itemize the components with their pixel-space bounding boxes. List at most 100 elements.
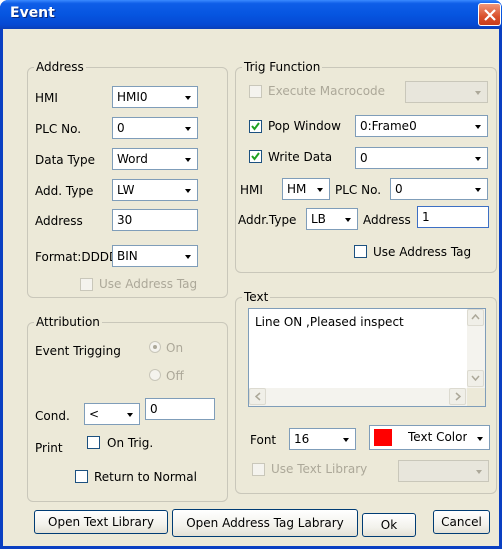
macrocode-select[interactable]: [405, 81, 488, 103]
close-button[interactable]: [478, 3, 501, 26]
chevron-down-icon: [471, 375, 480, 381]
cond-label: Cond.: [35, 409, 70, 423]
address-hmi-select[interactable]: HMI0: [112, 86, 198, 108]
format-select[interactable]: BIN: [112, 245, 198, 267]
off-radio[interactable]: [149, 369, 161, 381]
cond-value-input[interactable]: 0: [145, 398, 215, 420]
text-color-select[interactable]: Text Color: [369, 425, 490, 450]
address-use-tag-checkbox[interactable]: [80, 278, 93, 291]
text-library-select[interactable]: [398, 460, 489, 482]
scroll-up-button[interactable]: [467, 309, 484, 326]
chevron-down-icon[interactable]: [340, 210, 356, 228]
trig-address-label: Address: [363, 213, 411, 227]
chevron-down-icon[interactable]: [470, 180, 486, 198]
event-trigging-label: Event Trigging: [35, 344, 121, 358]
use-text-library-checkbox[interactable]: [252, 463, 265, 476]
chevron-right-icon: [455, 392, 461, 401]
checkmark-icon: [251, 152, 260, 161]
title-bar[interactable]: Event: [0, 0, 502, 29]
return-to-normal-checkbox[interactable]: [75, 470, 88, 483]
format-label: Format:DDDD: [35, 250, 115, 264]
chevron-up-icon: [471, 314, 480, 320]
address-hmi-label: HMI: [35, 91, 58, 105]
on-trig-checkbox[interactable]: [87, 436, 100, 449]
ok-button[interactable]: Ok: [362, 513, 416, 537]
text-color-label: Text Color: [408, 430, 468, 444]
write-data-select[interactable]: 0: [355, 147, 488, 169]
trig-plc-no-value: 0: [395, 182, 403, 196]
open-address-tag-library-button[interactable]: Open Address Tag Labrary: [172, 509, 358, 537]
write-data-value: 0: [360, 151, 368, 165]
write-data-checkbox[interactable]: [249, 150, 262, 163]
text-legend: Text: [242, 290, 271, 304]
data-type-value: Word: [117, 152, 148, 166]
pop-window-select[interactable]: 0:Frame0: [355, 115, 488, 137]
chevron-down-icon[interactable]: [122, 405, 138, 423]
data-type-select[interactable]: Word: [112, 148, 198, 170]
cond-value: 0: [150, 402, 158, 416]
data-type-label: Data Type: [35, 153, 96, 167]
scroll-down-button[interactable]: [467, 370, 484, 387]
on-trig-label: On Trig.: [107, 436, 154, 450]
pop-window-value: 0:Frame0: [360, 119, 417, 133]
trig-hmi-label: HMI: [240, 183, 263, 197]
add-type-label: Add. Type: [35, 184, 94, 198]
text-content: Line ON ,Pleased inspect: [255, 315, 404, 329]
chevron-down-icon[interactable]: [471, 462, 487, 480]
chevron-down-icon[interactable]: [180, 119, 196, 137]
cancel-button[interactable]: Cancel: [433, 510, 490, 534]
write-data-label: Write Data: [268, 150, 333, 164]
add-type-value: LW: [117, 183, 135, 197]
add-type-select[interactable]: LW: [112, 179, 198, 201]
checkmark-icon: [251, 122, 260, 131]
address-plc-no-value: 0: [117, 121, 125, 135]
pop-window-checkbox[interactable]: [249, 120, 262, 133]
addr-type-value: LB: [311, 212, 326, 226]
chevron-down-icon[interactable]: [338, 430, 354, 448]
execute-macrocode-checkbox[interactable]: [249, 85, 262, 98]
off-label: Off: [166, 369, 184, 383]
trig-use-tag-label: Use Address Tag: [373, 245, 472, 259]
scroll-left-button[interactable]: [249, 388, 266, 405]
chevron-down-icon[interactable]: [470, 83, 486, 101]
chevron-down-icon[interactable]: [470, 117, 486, 135]
font-size-value: 16: [294, 432, 310, 446]
chevron-down-icon[interactable]: [180, 150, 196, 168]
horizontal-scrollbar[interactable]: [249, 388, 467, 406]
cond-operator-value: <: [89, 407, 100, 421]
attribution-legend: Attribution: [34, 315, 102, 329]
use-text-library-label: Use Text Library: [271, 462, 368, 476]
close-icon: [484, 9, 496, 21]
chevron-down-icon[interactable]: [180, 88, 196, 106]
chevron-down-icon[interactable]: [180, 181, 196, 199]
address-legend: Address: [34, 60, 86, 74]
chevron-down-icon[interactable]: [472, 429, 488, 447]
text-content-area[interactable]: Line ON ,Pleased inspect: [248, 308, 486, 407]
address-input[interactable]: 30: [112, 209, 198, 231]
trig-plc-no-select[interactable]: 0: [390, 178, 488, 200]
address-plc-no-select[interactable]: 0: [112, 117, 198, 139]
trig-use-tag-checkbox[interactable]: [354, 245, 367, 258]
address-use-tag-label: Use Address Tag: [99, 277, 198, 291]
trig-address-input[interactable]: 1: [417, 206, 489, 228]
addr-type-label: Addr.Type: [238, 213, 297, 227]
address-plc-no-label: PLC No.: [35, 122, 82, 136]
trig-function-legend: Trig Function: [242, 60, 323, 74]
open-text-library-button[interactable]: Open Text Library: [34, 510, 168, 534]
chevron-down-icon[interactable]: [470, 149, 486, 167]
chevron-down-icon[interactable]: [312, 180, 328, 198]
print-label: Print: [35, 441, 63, 455]
chevron-down-icon[interactable]: [180, 247, 196, 265]
format-value: BIN: [117, 249, 138, 263]
trig-hmi-value: HM: [287, 182, 307, 196]
scroll-right-button[interactable]: [449, 388, 466, 405]
return-to-normal-label: Return to Normal: [94, 470, 197, 484]
font-label: Font: [250, 433, 277, 447]
chevron-left-icon: [255, 392, 261, 401]
text-color-swatch: [374, 429, 392, 446]
on-radio[interactable]: [149, 341, 161, 353]
trig-hmi-select[interactable]: HM: [282, 178, 330, 200]
font-size-select[interactable]: 16: [289, 428, 356, 450]
addr-type-select[interactable]: LB: [306, 208, 358, 230]
cond-operator-select[interactable]: <: [84, 403, 140, 425]
